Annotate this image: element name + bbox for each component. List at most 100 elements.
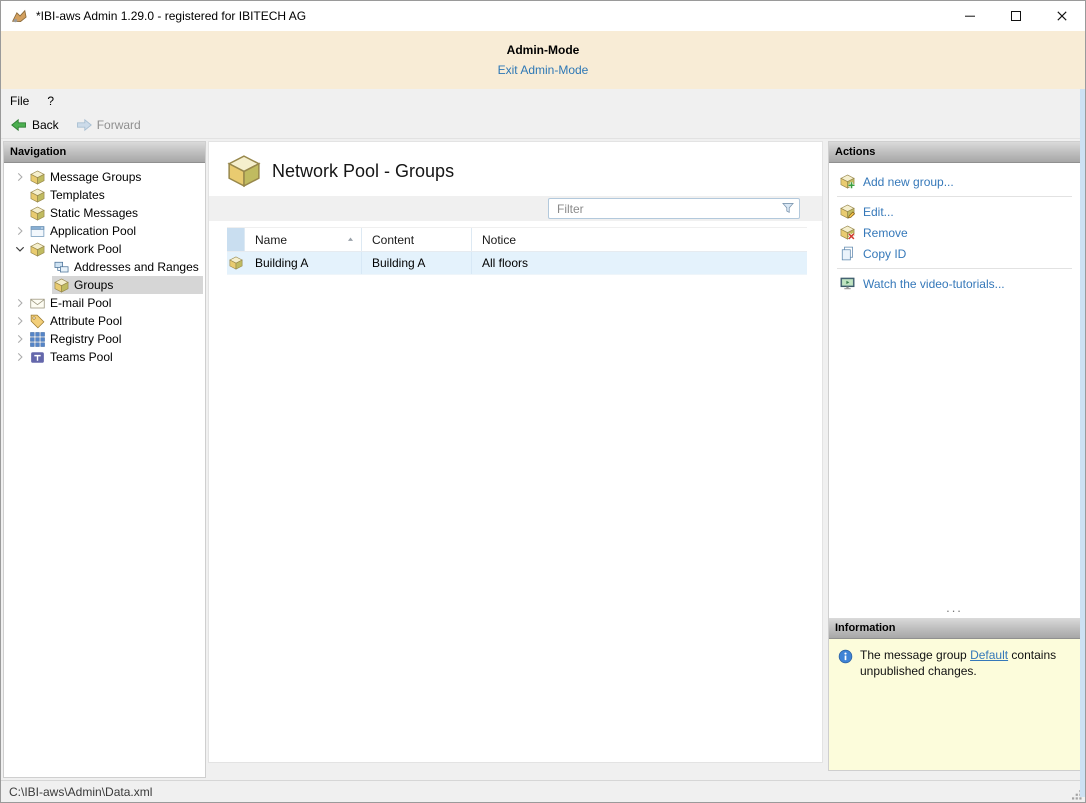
action-label: Remove: [863, 225, 908, 240]
chevron-right-icon[interactable]: [12, 223, 28, 239]
copy-icon: [840, 246, 855, 261]
action-add-new-group[interactable]: Add new group...: [829, 171, 1080, 192]
chevron-placeholder: [36, 259, 52, 275]
video-icon: [840, 276, 855, 291]
column-header-notice[interactable]: Notice: [472, 228, 807, 251]
actions-separator: [837, 196, 1072, 197]
menu-help[interactable]: ?: [38, 89, 63, 112]
forward-button[interactable]: Forward: [69, 115, 148, 135]
close-button[interactable]: [1039, 1, 1085, 31]
nav-item-groups[interactable]: Groups: [4, 276, 205, 294]
exit-admin-mode-link[interactable]: Exit Admin-Mode: [498, 63, 589, 77]
menu-file[interactable]: File: [1, 89, 38, 112]
actions-overflow[interactable]: ...: [829, 600, 1080, 618]
column-header-label: Name: [255, 232, 288, 247]
cube-icon: [54, 278, 69, 293]
nav-item-message-groups[interactable]: Message Groups: [4, 168, 205, 186]
cell-content: Building A: [362, 252, 472, 274]
tag-icon: [30, 314, 45, 329]
nav-item-registry-pool[interactable]: Registry Pool: [4, 330, 205, 348]
nav-item-label: Templates: [50, 188, 105, 202]
sort-ascending-icon: [346, 235, 355, 244]
menu-bar: File ?: [1, 89, 1085, 112]
chevron-right-icon[interactable]: [12, 169, 28, 185]
chevron-right-icon[interactable]: [12, 331, 28, 347]
nav-item-label: Application Pool: [50, 224, 137, 238]
nav-item-label: E-mail Pool: [50, 296, 112, 310]
cube-icon: [227, 252, 245, 274]
forward-button-label: Forward: [96, 118, 141, 132]
table-row-selector-header[interactable]: [227, 228, 245, 251]
table-row-building-a[interactable]: Building A Building A All floors: [227, 252, 807, 275]
cell-notice: All floors: [482, 256, 529, 270]
navigation-panel-header: Navigation: [4, 142, 205, 163]
cell-name: Building A: [245, 252, 362, 274]
actions-list: Add new group... Edit... Remove Copy ID Watc…: [829, 163, 1080, 294]
nav-item-label: Message Groups: [50, 170, 142, 184]
back-button[interactable]: Back: [4, 115, 66, 135]
cube-add-icon: [840, 174, 855, 189]
nav-item-network-pool[interactable]: Network Pool: [4, 240, 205, 258]
nav-item-teams-pool[interactable]: Teams Pool: [4, 348, 205, 366]
forward-arrow-icon: [76, 117, 92, 133]
window-title: *IBI-aws Admin 1.29.0 - registered for I…: [36, 9, 307, 23]
information-box: The message group Default contains unpub…: [829, 639, 1080, 770]
action-copy-id[interactable]: Copy ID: [829, 243, 1080, 264]
maximize-button[interactable]: [993, 1, 1039, 31]
status-path: C:\IBI-aws\Admin\Data.xml: [9, 785, 153, 799]
default-group-link[interactable]: Default: [970, 648, 1008, 662]
chevron-right-icon[interactable]: [12, 295, 28, 311]
content-title-area: Network Pool - Groups: [209, 142, 822, 196]
nav-item-e-mail-pool[interactable]: E-mail Pool: [4, 294, 205, 312]
groups-table: Name Content Notice Building A Building A Al…: [227, 227, 807, 275]
nav-item-static-messages[interactable]: Static Messages: [4, 204, 205, 222]
nav-item-label: Addresses and Ranges: [74, 260, 199, 274]
minimize-button[interactable]: [947, 1, 993, 31]
chevron-right-icon[interactable]: [12, 313, 28, 329]
cube-icon: [30, 206, 45, 221]
vertical-scrollbar[interactable]: [1080, 89, 1085, 797]
funnel-icon[interactable]: [781, 201, 795, 215]
actions-panel: Actions Add new group... Edit... Remove Cop…: [828, 141, 1081, 771]
cube-remove-icon: [840, 225, 855, 240]
page-title: Network Pool - Groups: [272, 160, 455, 181]
chevron-placeholder: [36, 277, 52, 293]
mail-icon: [30, 296, 45, 311]
action-edit[interactable]: Edit...: [829, 201, 1080, 222]
chevron-right-icon[interactable]: [12, 349, 28, 365]
info-icon: [838, 649, 853, 664]
nav-item-label: Registry Pool: [50, 332, 122, 346]
filter-input[interactable]: [548, 198, 800, 219]
column-header-label: Notice: [482, 232, 517, 247]
nav-item-label: Teams Pool: [50, 350, 113, 364]
action-label: Add new group...: [863, 174, 954, 189]
window-controls: [947, 1, 1085, 31]
nav-item-attribute-pool[interactable]: Attribute Pool: [4, 312, 205, 330]
column-header-name[interactable]: Name: [245, 228, 362, 251]
status-bar: C:\IBI-aws\Admin\Data.xml: [1, 780, 1085, 802]
navigation-tree: Message Groups Templates Static Messages Ap…: [4, 163, 205, 366]
cube-icon: [30, 170, 45, 185]
nav-item-application-pool[interactable]: Application Pool: [4, 222, 205, 240]
chevron-down-icon[interactable]: [12, 241, 28, 257]
column-header-content[interactable]: Content: [362, 228, 472, 251]
content-panel: Network Pool - Groups Name Content Notice …: [208, 141, 823, 763]
cube-edit-icon: [840, 204, 855, 219]
nav-item-label: Attribute Pool: [50, 314, 123, 328]
actions-panel-header: Actions: [829, 142, 1080, 163]
nav-item-addresses-and-ranges[interactable]: Addresses and Ranges: [4, 258, 205, 276]
table-header: Name Content Notice: [227, 227, 807, 252]
grid-icon: [30, 331, 45, 347]
back-button-label: Back: [32, 118, 59, 132]
action-watch-the-video-tutorials[interactable]: Watch the video-tutorials...: [829, 273, 1080, 294]
information-text-before: The message group: [860, 648, 971, 662]
filter-band: [209, 196, 822, 221]
actions-spacer: [829, 294, 1080, 600]
action-remove[interactable]: Remove: [829, 222, 1080, 243]
chevron-placeholder: [12, 187, 28, 203]
column-header-label: Content: [372, 232, 415, 247]
nav-item-templates[interactable]: Templates: [4, 186, 205, 204]
network-icon: [54, 260, 69, 275]
titlebar: *IBI-aws Admin 1.29.0 - registered for I…: [1, 1, 1085, 32]
cube-icon: [30, 242, 45, 257]
